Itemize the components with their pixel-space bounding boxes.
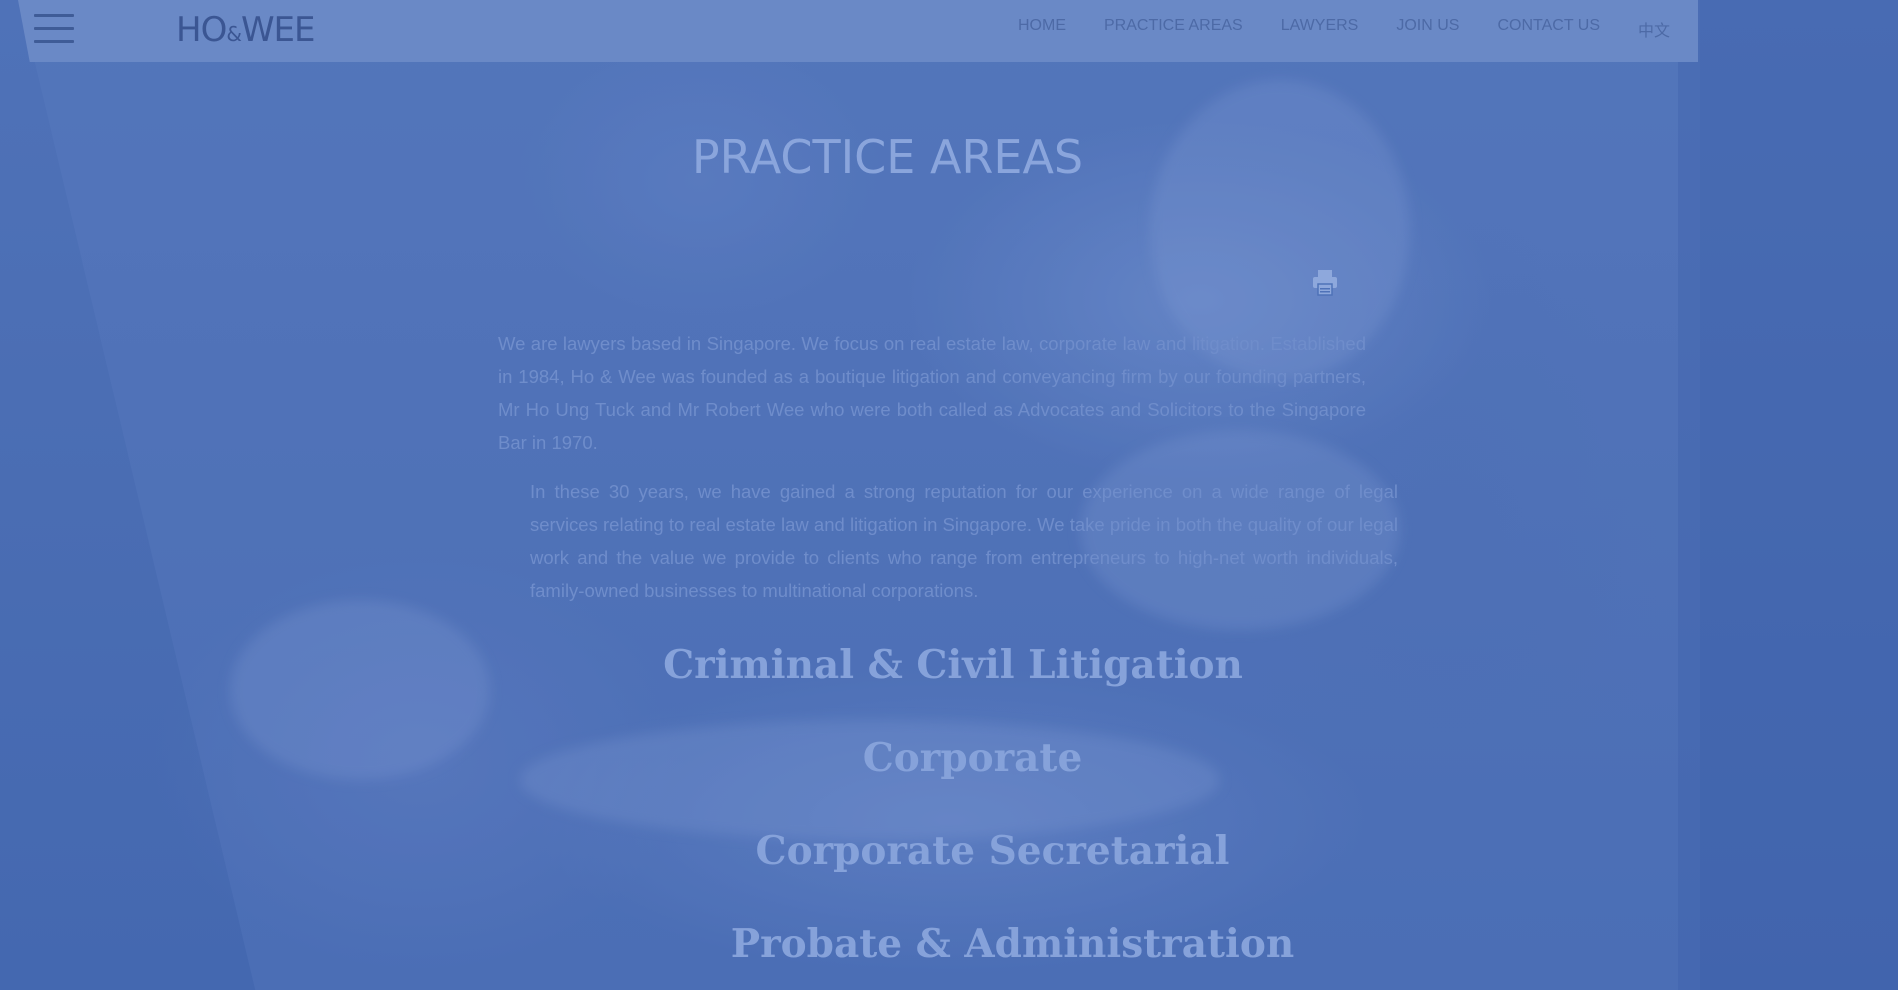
nav-chinese[interactable]: 中文 (1638, 17, 1670, 41)
nav-practice-areas[interactable]: PRACTICE AREAS (1104, 17, 1243, 41)
hamburger-menu-icon[interactable] (34, 14, 74, 50)
history-paragraph: In these 30 years, we have gained a stro… (530, 481, 1398, 601)
printer-icon[interactable] (1310, 268, 1340, 298)
logo-ampersand: & (226, 22, 242, 46)
main-nav: HOME PRACTICE AREAS LAWYERS JOIN US CONT… (1018, 17, 1670, 41)
practice-area-corporate-secretarial[interactable]: Corporate Secretarial (0, 828, 1898, 874)
nav-home[interactable]: HOME (1018, 17, 1066, 41)
practice-area-probate-administration[interactable]: Probate & Administration (0, 921, 1898, 967)
practice-area-criminal-civil-litigation[interactable]: Criminal & Civil Litigation (0, 642, 1898, 688)
page-title: PRACTICE AREAS (691, 130, 1084, 184)
page: HO&WEE HOME PRACTICE AREAS LAWYERS JOIN … (0, 0, 1898, 990)
logo-wee: WEE (240, 10, 316, 50)
nav-lawyers[interactable]: LAWYERS (1281, 17, 1359, 41)
site-logo[interactable]: HO&WEE (176, 10, 316, 54)
intro-paragraph: We are lawyers based in Singapore. We fo… (498, 333, 1366, 453)
nav-contact-us[interactable]: CONTACT US (1497, 17, 1600, 41)
practice-area-corporate[interactable]: Corporate (0, 735, 1898, 781)
logo-ho: HO (176, 10, 227, 50)
nav-join-us[interactable]: JOIN US (1396, 17, 1459, 41)
